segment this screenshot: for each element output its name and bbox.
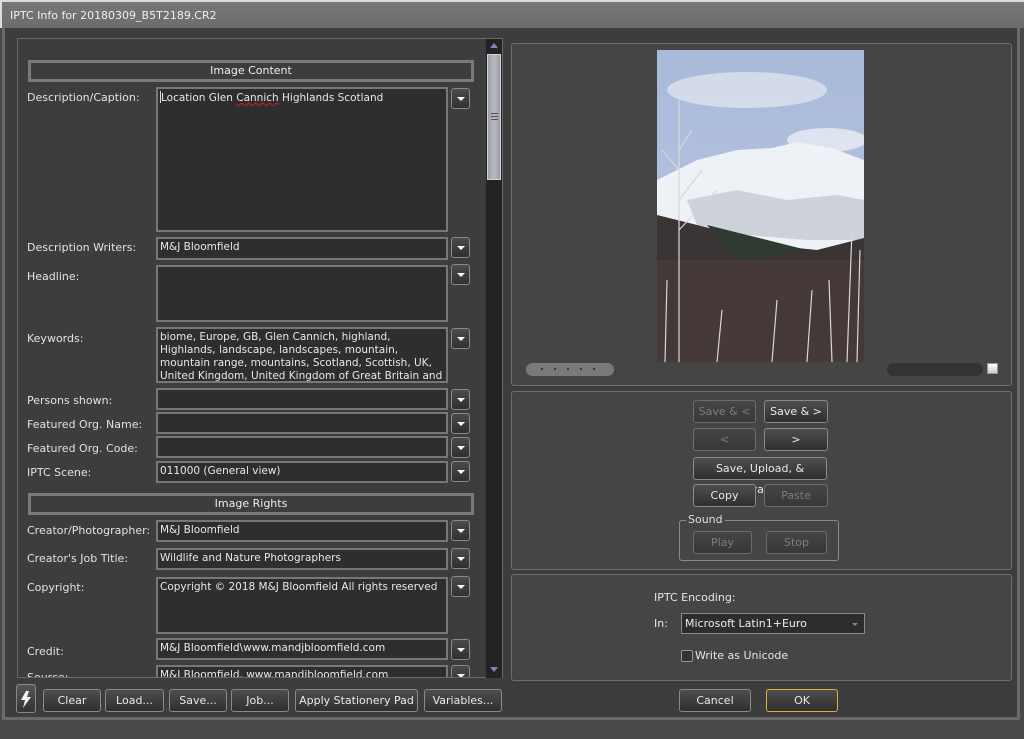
featured-org-code-field[interactable] [156, 436, 448, 458]
next-button[interactable]: > [764, 428, 828, 451]
label-iptc-scene: IPTC Scene: [27, 466, 92, 479]
label-keywords: Keywords: [27, 332, 84, 345]
headline-dropdown-button[interactable] [451, 264, 470, 285]
featured-org-name-field[interactable] [156, 412, 448, 434]
label-creator-photographer: Creator/Photographer: [27, 524, 151, 537]
cancel-button[interactable]: Cancel [679, 689, 751, 712]
copy-button[interactable]: Copy [693, 484, 756, 507]
write-as-unicode-checkbox[interactable] [681, 650, 693, 662]
label-description-writers: Description Writers: [27, 241, 137, 254]
scroll-down-arrow-icon[interactable] [486, 662, 502, 676]
section-header-image-rights: Image Rights [28, 493, 474, 515]
label-featured-org-code: Featured Org. Code: [27, 442, 138, 455]
copyright-dropdown-button[interactable] [451, 576, 470, 597]
stop-button[interactable]: Stop [766, 531, 827, 554]
description-writers-dropdown-button[interactable] [451, 237, 470, 258]
featured-org-name-dropdown-button[interactable] [451, 413, 470, 434]
variables-button[interactable]: Variables... [424, 689, 502, 712]
label-creators-job-title: Creator's Job Title: [27, 552, 129, 565]
preview-zoom-slider[interactable] [887, 363, 983, 376]
iptc-scene-dropdown-button[interactable] [451, 461, 470, 482]
source-dropdown-button[interactable] [451, 665, 470, 677]
label-featured-org-name: Featured Org. Name: [27, 418, 143, 431]
ok-button[interactable]: OK [766, 689, 838, 712]
landscape-photo-image [657, 50, 864, 362]
caption-text-end: Highlands Scotland [278, 92, 384, 104]
section-header-image-content: Image Content [28, 60, 474, 82]
misspelled-word: Cannich [236, 92, 279, 104]
label-credit: Credit: [27, 645, 64, 658]
source-field[interactable]: M&J Bloomfield, www.mandjbloomfield.com [156, 665, 448, 677]
chevron-down-icon [852, 623, 858, 626]
title-bar: IPTC Info for 20180309_B5T2189.CR2 [0, 0, 1024, 28]
copyright-field[interactable]: Copyright © 2018 M&J Bloomfield All righ… [156, 577, 448, 634]
featured-org-code-dropdown-button[interactable] [451, 437, 470, 458]
clear-button[interactable]: Clear [43, 689, 101, 712]
thumbnail-scrollbar[interactable] [526, 363, 614, 376]
description-writers-field[interactable]: M&J Bloomfield [156, 237, 448, 260]
iptc-scene-field[interactable]: 011000 (General view) [156, 461, 448, 483]
lightning-icon [21, 691, 31, 708]
save-and-next-button[interactable]: Save & > [764, 400, 828, 423]
scroll-up-arrow-icon[interactable] [486, 39, 502, 53]
label-description-caption: Description/Caption: [27, 91, 140, 104]
label-headline: Headline: [27, 270, 80, 283]
quick-action-button[interactable] [16, 684, 36, 713]
encoding-selected-value: Microsoft Latin1+Euro [685, 617, 807, 630]
persons-shown-field[interactable] [156, 388, 448, 410]
slider-handle[interactable] [987, 363, 998, 374]
scrollbar-thumb[interactable] [487, 54, 501, 180]
label-source: Source: [27, 671, 69, 678]
previous-button[interactable]: < [693, 428, 756, 451]
keywords-dropdown-button[interactable] [451, 328, 470, 349]
encoding-in-label: In: [654, 617, 668, 630]
creator-photographer-field[interactable]: M&J Bloomfield [156, 520, 448, 542]
headline-field[interactable] [156, 265, 448, 322]
keywords-field[interactable]: biome, Europe, GB, Glen Cannich, highlan… [156, 327, 448, 383]
creator-photographer-dropdown-button[interactable] [451, 520, 470, 541]
iptc-encoding-label: IPTC Encoding: [654, 591, 736, 604]
load-button[interactable]: Load... [105, 689, 164, 712]
job-button[interactable]: Job... [231, 689, 289, 712]
window-title: IPTC Info for 20180309_B5T2189.CR2 [10, 9, 217, 22]
form-vertical-scrollbar[interactable] [486, 39, 502, 678]
grip-icon [491, 113, 498, 121]
creators-job-title-field[interactable]: Wildlife and Nature Photographers [156, 548, 448, 570]
apply-stationery-pad-button[interactable]: Apply Stationery Pad [295, 689, 418, 712]
label-copyright: Copyright: [27, 581, 85, 594]
sound-legend: Sound [686, 513, 725, 526]
credit-field[interactable]: M&J Bloomfield\www.mandjbloomfield.com [156, 638, 448, 660]
creators-job-title-dropdown-button[interactable] [451, 548, 470, 569]
save-and-previous-button[interactable]: Save & < [693, 400, 756, 423]
write-as-unicode-label[interactable]: Write as Unicode [695, 649, 788, 662]
paste-button[interactable]: Paste [764, 484, 828, 507]
save-upload-advance-button[interactable]: Save, Upload, & Advance [693, 457, 827, 496]
credit-dropdown-button[interactable] [451, 639, 470, 660]
caption-text-start: Location Glen [161, 92, 237, 104]
label-persons-shown: Persons shown: [27, 394, 113, 407]
description-caption-dropdown-button[interactable] [451, 88, 470, 109]
photo-preview [657, 50, 864, 362]
encoding-select[interactable]: Microsoft Latin1+Euro [681, 613, 865, 634]
description-caption-field[interactable]: Location Glen Cannich Highlands Scotland [156, 87, 448, 232]
play-button[interactable]: Play [693, 531, 752, 554]
save-button[interactable]: Save... [169, 689, 227, 712]
iptc-form-panel: Image Content Description/Caption: Locat… [17, 38, 503, 678]
persons-shown-dropdown-button[interactable] [451, 389, 470, 410]
